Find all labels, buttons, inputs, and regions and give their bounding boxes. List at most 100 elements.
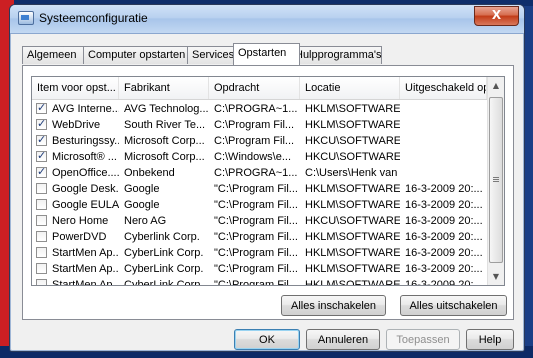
item-command: "C:\Program Fil... (214, 231, 298, 243)
item-location: HKLM\SOFTWARE\M... (305, 263, 400, 275)
startup-checkbox[interactable] (36, 199, 47, 210)
close-button[interactable]: X (474, 6, 519, 26)
item-name: AVG Interne... (52, 103, 119, 115)
scrollbar-thumb[interactable] (489, 97, 503, 263)
startup-checkbox[interactable] (36, 165, 47, 178)
startup-panel: Item voor opst... Fabrikant Opdracht Loc… (22, 65, 514, 320)
item-manufacturer: South River Te... (124, 119, 206, 131)
scroll-down-icon[interactable]: ▼ (488, 268, 504, 285)
item-disabled-on (405, 117, 487, 133)
item-location: HKLM\SOFTWARE\M... (305, 279, 400, 286)
item-location: HKLM\SOFTWARE\M... (305, 119, 400, 131)
item-name: Besturingssy... (52, 135, 119, 147)
item-command: "C:\Program Fil... (214, 199, 298, 211)
help-button[interactable]: Help (466, 329, 514, 350)
item-name: Google Desk... (52, 183, 119, 195)
item-disabled-on: 16-3-2009 20:... (405, 215, 483, 227)
item-disabled-on: 16-3-2009 20:... (405, 199, 483, 211)
startup-checkbox[interactable] (36, 149, 47, 162)
table-row[interactable]: Google EULA... Google "C:\Program Fil...… (32, 197, 487, 213)
tab-opstarten[interactable]: Opstarten (233, 43, 300, 65)
title-bar[interactable]: Systeemconfiguratie X (10, 5, 524, 34)
item-disabled-on (405, 149, 487, 165)
item-disabled-on: 16-3-2009 20:... (405, 263, 483, 275)
startup-items-list[interactable]: Item voor opst... Fabrikant Opdracht Loc… (31, 76, 505, 286)
item-name: Google EULA... (52, 199, 119, 211)
column-header-manufacturer[interactable]: Fabrikant (119, 77, 209, 99)
msconfig-app-icon (18, 11, 34, 25)
item-command: "C:\Program Fil... (214, 279, 298, 286)
startup-checkbox[interactable] (36, 279, 47, 285)
item-name: StartMen Ap... (52, 279, 119, 286)
tab-hulpprogrammas[interactable]: Hulpprogramma's (290, 46, 382, 64)
item-manufacturer: CyberLink Corp. (124, 279, 204, 286)
startup-checkbox[interactable] (36, 117, 47, 130)
item-name: WebDrive (52, 119, 101, 131)
column-header-command[interactable]: Opdracht (209, 77, 300, 99)
table-row[interactable]: PowerDVD Cyberlink Corp. "C:\Program Fil… (32, 229, 487, 245)
startup-checkbox[interactable] (36, 183, 47, 194)
ok-button[interactable]: OK (234, 329, 300, 350)
column-header-disabled-on[interactable]: Uitgeschakeld op (400, 77, 487, 99)
table-row[interactable]: StartMen Ap... CyberLink Corp. "C:\Progr… (32, 245, 487, 261)
startup-checkbox[interactable] (36, 101, 47, 114)
column-header-location[interactable]: Locatie (300, 77, 400, 99)
table-row[interactable]: StartMen Ap... CyberLink Corp. "C:\Progr… (32, 261, 487, 277)
table-row[interactable]: OpenOffice.... Onbekend C:\PROGRA~1... C… (32, 165, 487, 181)
item-location: HKLM\SOFTWARE\M... (305, 103, 400, 115)
startup-checkbox[interactable] (36, 215, 47, 226)
item-manufacturer: Google (124, 183, 160, 195)
item-disabled-on: 16-3-2009 20:... (405, 279, 483, 286)
startup-checkbox[interactable] (36, 231, 47, 242)
vertical-scrollbar[interactable]: ▲ ▼ (487, 77, 504, 285)
item-disabled-on (405, 101, 487, 117)
item-command: C:\PROGRA~1... (214, 103, 298, 115)
table-row[interactable]: Microsoft® ... Microsoft Corp... C:\Wind… (32, 149, 487, 165)
enable-all-button[interactable]: Alles inschakelen (281, 295, 386, 316)
item-location: HKCU\SOFTWARE\M... (305, 215, 400, 227)
item-disabled-on (405, 133, 487, 149)
startup-checkbox[interactable] (36, 247, 47, 258)
tab-computer-opstarten[interactable]: Computer opstarten (83, 46, 191, 64)
item-command: "C:\Program Fil... (214, 215, 298, 227)
item-name: Microsoft® ... (52, 151, 117, 163)
item-location: HKLM\SOFTWARE\M... (305, 199, 400, 211)
list-header: Item voor opst... Fabrikant Opdracht Loc… (32, 77, 487, 100)
item-location: HKCU\SOFTWARE\... (305, 135, 400, 147)
item-command: C:\Program Fil... (214, 119, 295, 131)
scroll-up-icon[interactable]: ▲ (488, 77, 504, 94)
scroll-grip-icon (493, 177, 499, 178)
item-command: C:\Windows\e... (214, 151, 292, 163)
disable-all-button[interactable]: Alles uitschakelen (400, 295, 507, 316)
table-row[interactable]: Besturingssy... Microsoft Corp... C:\Pro… (32, 133, 487, 149)
item-location: HKLM\SOFTWARE\M... (305, 247, 400, 259)
startup-checkbox[interactable] (36, 263, 47, 274)
item-name: Nero Home (52, 215, 109, 227)
item-manufacturer: CyberLink Corp. (124, 247, 204, 259)
item-name: StartMen Ap... (52, 263, 119, 275)
item-command: C:\Program Fil... (214, 135, 295, 147)
table-row[interactable]: StartMen Ap... CyberLink Corp. "C:\Progr… (32, 277, 487, 286)
item-command: "C:\Program Fil... (214, 183, 298, 195)
item-manufacturer: Onbekend (124, 167, 175, 179)
system-configuration-window: Systeemconfiguratie X Algemeen Computer … (9, 4, 525, 352)
item-location: C:\Users\Henk van ... (305, 167, 400, 179)
item-location: HKLM\SOFTWARE\M... (305, 183, 400, 195)
item-manufacturer: Cyberlink Corp. (124, 231, 200, 243)
table-row[interactable]: AVG Interne... AVG Technolog... C:\PROGR… (32, 101, 487, 117)
apply-button[interactable]: Toepassen (386, 329, 460, 350)
item-manufacturer: CyberLink Corp. (124, 263, 204, 275)
table-row[interactable]: Google Desk... Google "C:\Program Fil...… (32, 181, 487, 197)
item-location: HKCU\SOFTWARE\... (305, 151, 400, 163)
table-row[interactable]: Nero Home Nero AG "C:\Program Fil... HKC… (32, 213, 487, 229)
startup-checkbox[interactable] (36, 133, 47, 146)
item-location: HKLM\SOFTWARE\M... (305, 231, 400, 243)
item-command: "C:\Program Fil... (214, 263, 298, 275)
item-manufacturer: Nero AG (124, 215, 167, 227)
item-name: PowerDVD (52, 231, 107, 243)
item-manufacturer: AVG Technolog... (124, 103, 208, 115)
tab-algemeen[interactable]: Algemeen (22, 46, 87, 64)
table-row[interactable]: WebDrive South River Te... C:\Program Fi… (32, 117, 487, 133)
cancel-button[interactable]: Annuleren (306, 329, 380, 350)
column-header-item[interactable]: Item voor opst... (32, 77, 119, 99)
